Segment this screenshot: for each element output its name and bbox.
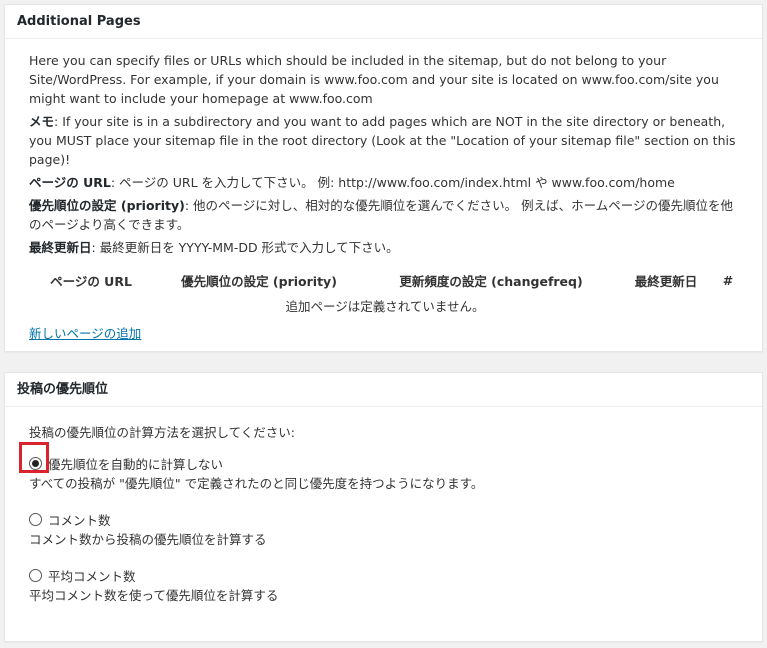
priority-help-label: 優先順位の設定 (priority): [29, 198, 185, 213]
radio-comment-count[interactable]: [29, 512, 42, 526]
additional-pages-panel: Additional Pages Here you can specify fi…: [4, 4, 763, 352]
option-label-comment-count[interactable]: コメント数: [48, 510, 111, 529]
column-header-changefreq: 更新頻度の設定 (changefreq): [399, 273, 583, 289]
additional-pages-table: ページの URL 優先順位の設定 (priority) 更新頻度の設定 (cha…: [29, 267, 741, 317]
additional-pages-content: Here you can specify files or URLs which…: [5, 39, 762, 342]
url-help-label: ページの URL: [29, 175, 111, 190]
url-help: ページの URL: ページの URL を入力して下さい。 例: http://w…: [29, 173, 738, 192]
priority-option-comment-count: コメント数 コメント数から投稿の優先順位を計算する: [29, 508, 738, 550]
priority-help: 優先順位の設定 (priority): 他のページに対し、相対的な優先順位を選ん…: [29, 196, 738, 234]
column-header-number: #: [722, 272, 734, 288]
note-text: : If your site is in a subdirectory and …: [29, 114, 736, 167]
lastmod-help: 最終更新日: 最終更新日を YYYY-MM-DD 形式で入力して下さい。: [29, 238, 738, 257]
column-header-lastmod: 最終更新日: [634, 273, 698, 289]
additional-pages-intro: Here you can specify files or URLs which…: [29, 53, 719, 106]
post-priority-panel: 投稿の優先順位 投稿の優先順位の計算方法を選択してください: 優先順位を自動的に…: [4, 372, 763, 642]
priority-option-none: 優先順位を自動的に計算しない すべての投稿が "優先順位" で定義されたのと同じ…: [19, 442, 738, 494]
column-header-priority: 優先順位の設定 (priority): [181, 273, 337, 289]
note-label: メモ: [29, 114, 55, 129]
table-header-row: ページの URL 優先順位の設定 (priority) 更新頻度の設定 (cha…: [29, 267, 741, 293]
url-help-text: : ページの URL を入力して下さい。 例: http://www.foo.c…: [110, 175, 675, 190]
option-desc-no-auto-priority: すべての投稿が "優先順位" で定義されたのと同じ優先度を持つようになります。: [29, 476, 484, 491]
radio-average-comments[interactable]: [29, 568, 42, 582]
post-priority-intro: 投稿の優先順位の計算方法を選択してください:: [29, 425, 295, 440]
lastmod-help-label: 最終更新日: [29, 240, 92, 255]
lastmod-help-text: : 最終更新日を YYYY-MM-DD 形式で入力して下さい。: [91, 240, 399, 255]
option-desc-comment-count: コメント数から投稿の優先順位を計算する: [29, 532, 267, 547]
option-label-average-comments[interactable]: 平均コメント数: [48, 566, 136, 585]
post-priority-content: 投稿の優先順位の計算方法を選択してください: 優先順位を自動的に計算しない すべ…: [5, 407, 762, 606]
table-row: 追加ページは定義されていません。: [29, 293, 741, 317]
column-header-url: ページの URL: [50, 273, 132, 289]
radio-no-auto-priority[interactable]: [29, 456, 42, 470]
priority-option-average-comments: 平均コメント数 平均コメント数を使って優先順位を計算する: [29, 564, 738, 606]
note-paragraph: メモ: If your site is in a subdirectory an…: [29, 112, 738, 169]
empty-table-message: 追加ページは定義されていません。: [285, 298, 485, 314]
option-label-no-auto-priority[interactable]: 優先順位を自動的に計算しない: [48, 454, 223, 473]
additional-pages-title: Additional Pages: [5, 5, 762, 39]
add-new-page-link[interactable]: 新しいページの追加: [29, 323, 141, 342]
post-priority-title: 投稿の優先順位: [5, 373, 762, 407]
option-desc-average-comments: 平均コメント数を使って優先順位を計算する: [29, 588, 279, 603]
